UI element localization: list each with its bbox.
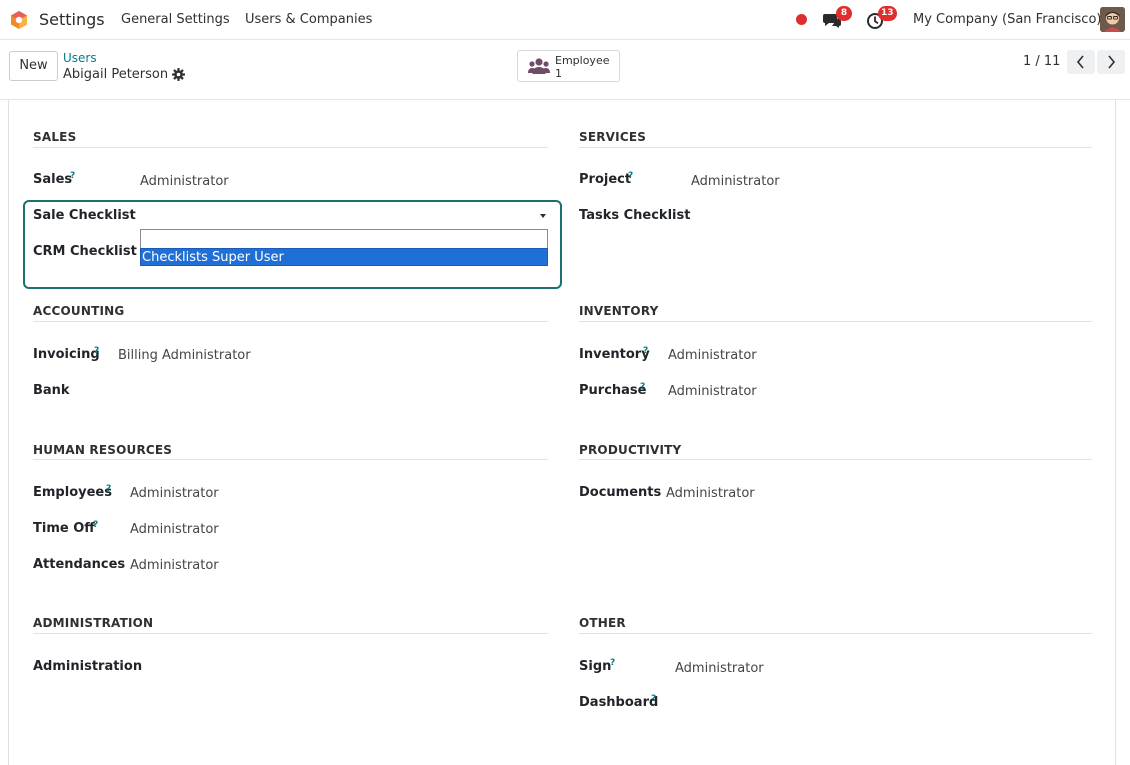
employees-label: Employees	[33, 485, 112, 500]
section-hr-title: HUMAN RESOURCES	[33, 443, 173, 457]
activities-button[interactable]: 13	[866, 6, 897, 32]
inventory-label: Inventory	[579, 347, 650, 362]
user-avatar[interactable]	[1100, 7, 1125, 32]
section-services-title: SERVICES	[579, 130, 647, 144]
menu-users-companies[interactable]: Users & Companies	[245, 12, 372, 27]
breadcrumb-users[interactable]: Users	[63, 51, 97, 65]
project-label: Project	[579, 172, 632, 187]
documents-label: Documents	[579, 485, 662, 500]
messages-button[interactable]: 8	[822, 6, 852, 32]
app-logo-icon[interactable]	[9, 10, 29, 30]
chevron-left-icon	[1076, 55, 1084, 69]
company-switcher[interactable]: My Company (San Francisco)	[913, 12, 1101, 27]
section-divider	[579, 147, 1092, 148]
activities-badge: 13	[878, 6, 897, 21]
help-icon[interactable]: ?	[106, 484, 111, 494]
messages-badge: 8	[836, 6, 852, 21]
help-icon[interactable]: ?	[94, 346, 99, 356]
section-divider	[579, 633, 1092, 634]
gear-icon[interactable]	[172, 68, 185, 81]
purchase-value[interactable]: Administrator	[668, 384, 757, 399]
attendances-value[interactable]: Administrator	[130, 558, 219, 573]
help-icon[interactable]: ?	[93, 520, 98, 530]
sales-value[interactable]: Administrator	[140, 174, 229, 189]
smart-button-value: 1	[555, 67, 562, 80]
dropdown-search-input[interactable]	[140, 229, 548, 249]
pager-previous-button[interactable]	[1067, 50, 1095, 74]
employee-smart-button[interactable]: Employee 1	[517, 50, 620, 82]
control-panel: New Users Abigail Peterson Employee 1 1 …	[0, 40, 1130, 100]
status-dot-icon[interactable]	[796, 14, 807, 25]
bank-label: Bank	[33, 383, 70, 398]
sale-checklist-label: Sale Checklist	[33, 208, 136, 223]
crm-checklist-label: CRM Checklist	[33, 244, 137, 259]
sales-label: Sales	[33, 172, 73, 187]
administration-label: Administration	[33, 659, 143, 674]
menu-general-settings[interactable]: General Settings	[121, 12, 230, 27]
timeoff-label: Time Off	[33, 521, 95, 536]
section-divider	[579, 321, 1092, 322]
inventory-value[interactable]: Administrator	[668, 348, 757, 363]
purchase-label: Purchase	[579, 383, 647, 398]
section-accounting-title: ACCOUNTING	[33, 304, 125, 318]
documents-value[interactable]: Administrator	[666, 486, 755, 501]
new-button[interactable]: New	[9, 51, 58, 81]
top-navbar: Settings General Settings Users & Compan…	[0, 0, 1130, 40]
help-icon[interactable]: ?	[651, 694, 656, 704]
smart-button-label: Employee	[555, 54, 610, 67]
dashboard-label: Dashboard	[579, 695, 659, 710]
help-icon[interactable]: ?	[628, 171, 633, 181]
help-icon[interactable]: ?	[70, 171, 75, 181]
pager-next-button[interactable]	[1097, 50, 1125, 74]
section-productivity-title: PRODUCTIVITY	[579, 443, 682, 457]
section-divider	[33, 633, 548, 634]
help-icon[interactable]: ?	[643, 346, 648, 356]
tasks-checklist-label: Tasks Checklist	[579, 208, 691, 223]
users-icon	[528, 58, 550, 74]
invoicing-label: Invoicing	[33, 347, 100, 362]
help-icon[interactable]: ?	[610, 658, 615, 668]
section-divider	[33, 321, 548, 322]
project-value[interactable]: Administrator	[691, 174, 780, 189]
attendances-label: Attendances	[33, 557, 126, 572]
help-icon[interactable]: ?	[640, 382, 645, 392]
dropdown-option-checklists-super-user[interactable]: Checklists Super User	[140, 248, 548, 266]
avatar-icon	[1100, 7, 1125, 32]
section-divider	[579, 459, 1092, 460]
record-title: Abigail Peterson	[63, 67, 169, 82]
chevron-down-icon[interactable]	[540, 214, 546, 218]
chevron-right-icon	[1108, 55, 1116, 69]
sign-label: Sign	[579, 659, 612, 674]
sign-value[interactable]: Administrator	[675, 661, 764, 676]
section-divider	[33, 147, 548, 148]
section-inventory-title: INVENTORY	[579, 304, 659, 318]
pager-value[interactable]: 1 / 11	[1023, 54, 1060, 69]
app-title[interactable]: Settings	[39, 10, 105, 29]
section-other-title: OTHER	[579, 616, 626, 630]
section-sales-title: SALES	[33, 130, 77, 144]
invoicing-value[interactable]: Billing Administrator	[118, 348, 251, 363]
section-divider	[33, 459, 548, 460]
timeoff-value[interactable]: Administrator	[130, 522, 219, 537]
section-administration-title: ADMINISTRATION	[33, 616, 154, 630]
employees-value[interactable]: Administrator	[130, 486, 219, 501]
